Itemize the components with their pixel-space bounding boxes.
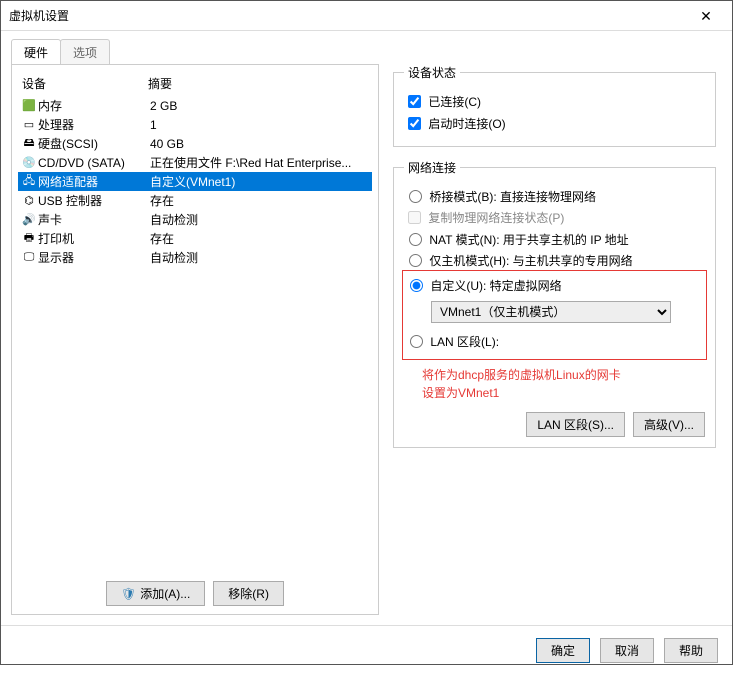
custom-input[interactable]: [410, 279, 423, 292]
device-summary: 自定义(VMnet1): [150, 173, 370, 190]
device-icon: 💿: [20, 156, 38, 169]
tabstrip: 硬件 选项: [1, 31, 732, 65]
replicate-checkbox: 复制物理网络连接状态(P): [404, 208, 705, 227]
device-name: 内存: [38, 97, 150, 114]
device-name: 网络适配器: [38, 173, 150, 190]
device-summary: 自动检测: [150, 249, 370, 266]
device-name: USB 控制器: [38, 192, 150, 209]
tab-options[interactable]: 选项: [60, 39, 110, 65]
hostonly-input[interactable]: [409, 254, 422, 267]
custom-radio[interactable]: 自定义(U): 特定虚拟网络: [405, 276, 704, 294]
netconn-legend: 网络连接: [404, 159, 460, 176]
device-summary: 自动检测: [150, 211, 370, 228]
device-state-legend: 设备状态: [404, 64, 460, 81]
close-icon[interactable]: ✕: [686, 1, 726, 31]
titlebar: 虚拟机设置 ✕: [1, 1, 732, 31]
device-name: 处理器: [38, 116, 150, 133]
lanseg-radio[interactable]: LAN 区段(L):: [405, 332, 704, 350]
dialog-buttons: 确定 取消 帮助: [1, 625, 732, 675]
nat-radio[interactable]: NAT 模式(N): 用于共享主机的 IP 地址: [404, 230, 705, 248]
network-connection-group: 网络连接 桥接模式(B): 直接连接物理网络 复制物理网络连接状态(P) NAT…: [393, 159, 716, 448]
col-header-summary[interactable]: 摘要: [148, 75, 372, 92]
annotation-text: 将作为dhcp服务的虚拟机Linux的网卡 设置为VMnet1: [422, 366, 705, 402]
help-button[interactable]: 帮助: [664, 638, 718, 663]
device-name: 显示器: [38, 249, 150, 266]
device-row[interactable]: 💿CD/DVD (SATA)正在使用文件 F:\Red Hat Enterpri…: [18, 153, 372, 172]
connect-poweron-checkbox[interactable]: 启动时连接(O): [404, 114, 705, 133]
window-title: 虚拟机设置: [9, 7, 69, 24]
remove-button[interactable]: 移除(R): [213, 581, 284, 606]
add-button[interactable]: 🛡添加(A)...: [106, 581, 205, 606]
device-icon: 🔊: [20, 213, 38, 226]
connected-input[interactable]: [408, 95, 421, 108]
device-summary: 正在使用文件 F:\Red Hat Enterprise...: [150, 154, 370, 171]
nat-input[interactable]: [409, 233, 422, 246]
ok-button[interactable]: 确定: [536, 638, 590, 663]
device-icon: 🟩: [20, 99, 38, 112]
replicate-input: [408, 211, 421, 224]
device-name: CD/DVD (SATA): [38, 156, 150, 170]
device-row[interactable]: 🖴硬盘(SCSI)40 GB: [18, 134, 372, 153]
lanseg-input[interactable]: [410, 335, 423, 348]
device-state-group: 设备状态 已连接(C) 启动时连接(O): [393, 64, 716, 147]
device-row[interactable]: 🖵显示器自动检测: [18, 248, 372, 267]
device-summary: 1: [150, 118, 370, 132]
device-summary: 40 GB: [150, 137, 370, 151]
shield-icon: 🛡: [121, 587, 136, 601]
device-row[interactable]: 🖶打印机存在: [18, 229, 372, 248]
annotation-box: 自定义(U): 特定虚拟网络 VMnet1（仅主机模式） LAN 区段(L):: [402, 270, 707, 360]
device-icon: 🖶: [20, 229, 38, 248]
bridged-input[interactable]: [409, 190, 422, 203]
device-icon: 🖴: [20, 134, 38, 153]
device-summary: 存在: [150, 192, 370, 209]
device-row[interactable]: 🖧网络适配器自定义(VMnet1): [18, 172, 372, 191]
device-panel: 设备 摘要 🟩内存2 GB▭处理器1🖴硬盘(SCSI)40 GB💿CD/DVD …: [11, 64, 379, 615]
content-area: 设备 摘要 🟩内存2 GB▭处理器1🖴硬盘(SCSI)40 GB💿CD/DVD …: [1, 65, 732, 625]
device-icon: ▭: [20, 118, 38, 131]
lan-segments-button[interactable]: LAN 区段(S)...: [526, 412, 625, 437]
cancel-button[interactable]: 取消: [600, 638, 654, 663]
device-list[interactable]: 🟩内存2 GB▭处理器1🖴硬盘(SCSI)40 GB💿CD/DVD (SATA)…: [18, 96, 372, 575]
tab-hardware[interactable]: 硬件: [11, 39, 61, 65]
device-name: 声卡: [38, 211, 150, 228]
device-summary: 2 GB: [150, 99, 370, 113]
device-row[interactable]: 🟩内存2 GB: [18, 96, 372, 115]
device-row[interactable]: ▭处理器1: [18, 115, 372, 134]
device-list-header: 设备 摘要: [18, 71, 372, 96]
custom-network-select[interactable]: VMnet1（仅主机模式）: [431, 301, 671, 323]
device-row[interactable]: 🔊声卡自动检测: [18, 210, 372, 229]
right-panel: 设备状态 已连接(C) 启动时连接(O) 网络连接 桥接模式(B): 直接连接物…: [379, 64, 722, 615]
col-header-device[interactable]: 设备: [18, 75, 148, 92]
advanced-button[interactable]: 高级(V)...: [633, 412, 705, 437]
device-icon: ⌬: [20, 194, 38, 207]
device-name: 打印机: [38, 230, 150, 247]
bridged-radio[interactable]: 桥接模式(B): 直接连接物理网络: [404, 187, 705, 205]
device-name: 硬盘(SCSI): [38, 135, 150, 152]
device-icon: 🖵: [20, 251, 38, 264]
device-icon: 🖧: [20, 172, 38, 191]
connect-poweron-input[interactable]: [408, 117, 421, 130]
device-row[interactable]: ⌬USB 控制器存在: [18, 191, 372, 210]
device-summary: 存在: [150, 230, 370, 247]
connected-checkbox[interactable]: 已连接(C): [404, 92, 705, 111]
hostonly-radio[interactable]: 仅主机模式(H): 与主机共享的专用网络: [404, 251, 705, 269]
